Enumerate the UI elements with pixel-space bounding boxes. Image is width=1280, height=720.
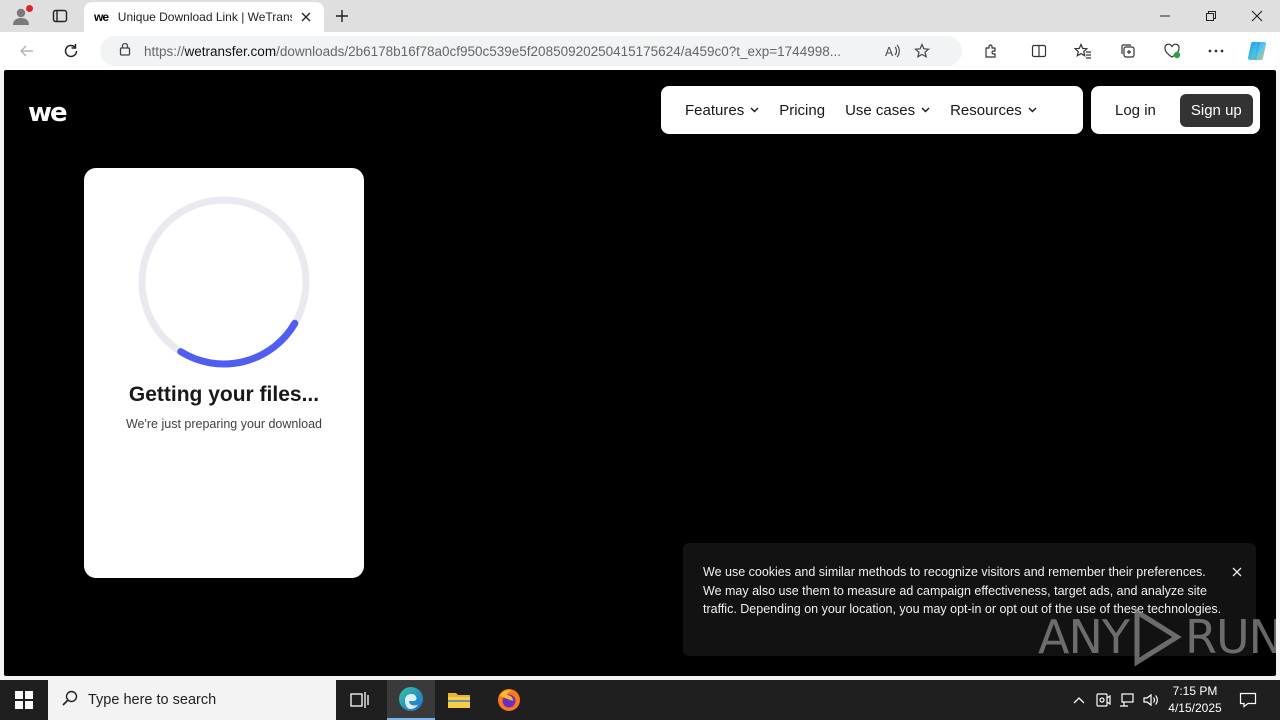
read-aloud-icon[interactable]: A — [880, 39, 904, 63]
active-tab[interactable]: we Unique Download Link | WeTransfer — [84, 2, 324, 32]
collections-icon[interactable] — [1115, 39, 1141, 63]
chevron-down-icon — [1028, 107, 1037, 113]
extensions-icon[interactable] — [978, 39, 1004, 63]
chevron-down-icon — [921, 107, 930, 113]
play-triangle-icon — [1134, 608, 1182, 666]
browser-toolbar: https://wetransfer.com/downloads/2b6178b… — [0, 32, 1280, 70]
favorite-star-icon[interactable] — [910, 39, 934, 63]
network-icon[interactable] — [1116, 680, 1138, 720]
new-tab-icon[interactable] — [330, 4, 354, 28]
page-viewport: we Features Pricing Use cases Resources … — [4, 70, 1276, 676]
taskbar-search[interactable]: Type here to search — [48, 680, 336, 720]
nav-pricing[interactable]: Pricing — [779, 102, 825, 119]
spinner-arc — [177, 319, 299, 368]
taskbar-clock[interactable]: 7:15 PM 4/15/2025 — [1162, 683, 1228, 717]
download-card: Getting your files... We're just prepari… — [84, 168, 364, 578]
clock-date: 4/15/2025 — [1168, 701, 1222, 715]
restore-icon[interactable] — [1188, 0, 1234, 32]
meet-now-icon[interactable] — [1092, 680, 1114, 720]
signup-button[interactable]: Sign up — [1179, 93, 1253, 127]
close-window-icon[interactable] — [1234, 0, 1280, 32]
windows-start-icon[interactable] — [0, 680, 48, 720]
auth-nav: Log in Sign up — [1091, 86, 1260, 134]
cookie-close-icon[interactable] — [1228, 563, 1246, 581]
chevron-down-icon — [750, 107, 759, 113]
notification-dot — [26, 5, 33, 12]
browser-tab-bar: we Unique Download Link | WeTransfer — [0, 0, 1280, 32]
window-controls — [1142, 0, 1280, 32]
profile-icon[interactable] — [8, 4, 34, 28]
login-button[interactable]: Log in — [1115, 102, 1156, 119]
edge-taskbar-icon[interactable] — [387, 680, 435, 720]
anyrun-watermark: ANY RUN — [1038, 608, 1276, 666]
nav-resources[interactable]: Resources — [950, 102, 1037, 119]
loader-subtitle: We're just preparing your download — [125, 417, 322, 431]
svg-text:A: A — [885, 45, 894, 59]
main-nav: Features Pricing Use cases Resources — [661, 86, 1083, 134]
loading-spinner — [138, 196, 310, 368]
tab-actions-icon[interactable] — [46, 4, 74, 28]
notification-center-icon[interactable] — [1234, 680, 1262, 720]
split-screen-icon[interactable] — [1026, 39, 1052, 63]
minimize-icon[interactable] — [1142, 0, 1188, 32]
search-icon — [62, 690, 78, 711]
nav-use-cases[interactable]: Use cases — [845, 102, 930, 119]
taskbar: Type here to search 7:15 PM 4/15/2025 — [0, 680, 1280, 720]
firefox-icon[interactable] — [485, 680, 533, 720]
loader-title: Getting your files... — [128, 383, 320, 406]
browser-essentials-icon[interactable] — [1159, 39, 1185, 63]
volume-icon[interactable] — [1140, 680, 1162, 720]
url-text[interactable]: https://wetransfer.com/downloads/2b6178b… — [144, 44, 874, 59]
task-view-icon[interactable] — [336, 680, 384, 720]
favorites-icon[interactable] — [1070, 39, 1096, 63]
tray-overflow-icon[interactable] — [1068, 680, 1090, 720]
address-bar[interactable]: https://wetransfer.com/downloads/2b6178b… — [100, 36, 962, 66]
lock-icon[interactable] — [118, 42, 132, 61]
more-menu-icon[interactable] — [1203, 39, 1229, 63]
reload-icon[interactable] — [58, 39, 84, 63]
tab-close-icon[interactable] — [298, 9, 314, 25]
nav-features[interactable]: Features — [685, 102, 759, 119]
back-icon[interactable] — [14, 39, 40, 63]
copilot-icon[interactable] — [1244, 39, 1270, 63]
tab-title: Unique Download Link | WeTransfer — [117, 10, 293, 24]
clock-time: 7:15 PM — [1172, 684, 1218, 698]
wetransfer-logo[interactable]: we — [28, 98, 68, 128]
file-explorer-icon[interactable] — [435, 680, 483, 720]
wetransfer-favicon-icon: we — [94, 10, 109, 24]
search-placeholder: Type here to search — [88, 692, 217, 708]
